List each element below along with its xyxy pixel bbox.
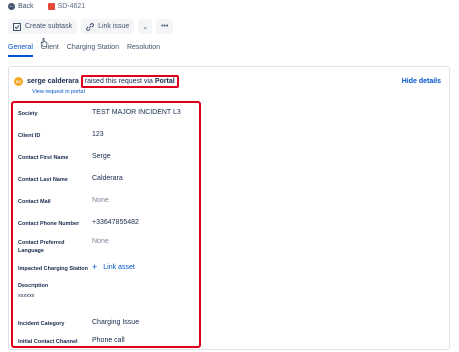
field-value[interactable]: Serge [92,153,111,160]
issue-key: SD-4621 [57,2,86,10]
field-label: Client ID [18,133,41,139]
link-issue-label: Link issue [98,23,130,30]
field-label: Impacted Charging Station [18,266,88,272]
create-subtask-label: Create subtask [25,23,73,30]
chevron-down-icon: ⌄ [142,23,149,31]
field-label: Contact Last Name [18,177,68,183]
tab-charging-station[interactable]: Charging Station [67,42,119,57]
raised-text: raised this request via [84,78,153,85]
request-details-panel: SC serge calderara raised this request v… [8,66,450,350]
more-actions-button[interactable]: ••• [156,19,174,34]
tab-resolution[interactable]: Resolution [127,42,160,57]
field-label: Contact Mail [18,199,51,205]
field-value[interactable]: TEST MAJOR INCIDENT L3 [92,109,181,116]
field-label: Incident Category [18,321,65,327]
fields-highlight-box: Society TEST MAJOR INCIDENT L3 Client ID… [11,101,201,348]
request-origin: SC serge calderara raised this request v… [14,75,179,88]
avatar: SC [14,77,23,86]
back-arrow-icon: ← [8,2,15,10]
field-value[interactable]: Phone call [92,337,125,344]
field-value[interactable]: Charging Issue [92,319,139,326]
back-label: Back [18,2,34,10]
channel-name: Portal [154,78,175,85]
top-bar: ← Back SD-4621 [8,0,85,12]
raised-via-highlight: raised this request via Portal [80,75,179,88]
tab-general[interactable]: General [8,42,33,57]
issue-key-link[interactable]: SD-4621 [47,2,86,10]
description-label: Description [18,283,49,289]
more-icon: ••• [161,23,169,30]
field-value[interactable]: +33647855482 [92,219,139,226]
description-value[interactable]: xxxxxx [18,293,35,299]
field-value[interactable]: None [92,238,109,245]
field-value[interactable]: Calderara [92,175,123,182]
view-in-portal-link[interactable]: View request in portal [32,89,85,95]
link-asset-label: Link asset [103,264,135,271]
plus-icon: + [92,262,98,272]
field-label: Contact Phone Number [18,221,80,227]
field-label: Contact First Name [18,155,69,161]
subtask-icon [13,22,21,31]
create-subtask-button[interactable]: Create subtask [8,19,78,34]
link-asset-button[interactable]: + Link asset [92,262,135,272]
hide-details-link[interactable]: Hide details [402,78,441,85]
field-value[interactable]: 123 [92,131,104,138]
link-issue-button[interactable]: Link issue [81,19,135,34]
field-label: Society [18,111,38,117]
field-value[interactable]: None [92,197,109,204]
reporter-name[interactable]: serge calderara [27,78,79,85]
tab-bar: General Client Charging Station Resoluti… [8,42,168,57]
issue-type-icon [47,2,55,10]
link-dropdown-button[interactable]: ⌄ [138,19,153,34]
field-label: Initial Contact Channel [18,339,78,345]
issue-toolbar: Create subtask Link issue ⌄ ••• [8,19,174,34]
hand-cursor-icon [40,38,48,47]
link-icon [86,22,94,31]
field-label: Contact Preferred Language [18,240,65,254]
back-link[interactable]: ← Back [8,2,34,10]
